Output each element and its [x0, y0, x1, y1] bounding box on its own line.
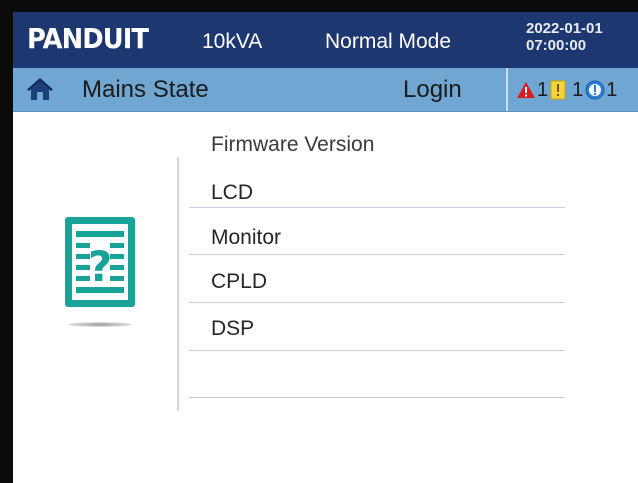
critical-alarm-count: 1: [537, 78, 549, 101]
status-bar: Mains State Login 1 1 1: [13, 68, 638, 112]
row-divider: [189, 350, 565, 351]
info-alarm-icon: [585, 80, 605, 100]
bezel-left: [0, 0, 13, 483]
row-divider: [189, 254, 565, 255]
row-divider: [189, 302, 565, 303]
mode-label: Normal Mode: [325, 30, 452, 53]
critical-alarm-icon: [517, 82, 535, 98]
svg-text:?: ?: [88, 242, 112, 291]
bezel-top: [0, 0, 638, 12]
brand-logo: PANDUIT: [27, 22, 149, 55]
row-divider: [189, 397, 565, 398]
screen: PANDUIT 10kVA Normal Mode 2022-01-01 07:…: [0, 0, 638, 483]
row-divider: [189, 207, 565, 208]
alarm-summary[interactable]: 1 1 1: [516, 78, 619, 102]
home-icon[interactable]: [27, 76, 53, 102]
warning-alarm-count: 1: [572, 78, 584, 101]
header-bar: PANDUIT 10kVA Normal Mode 2022-01-01 07:…: [13, 12, 638, 68]
mains-state-label: Mains State: [82, 76, 209, 103]
panel-divider: [177, 157, 179, 411]
icon-shadow: [68, 322, 132, 327]
time-label: 07:00:00: [526, 37, 587, 54]
datetime: 2022-01-01 07:00:00: [526, 20, 603, 54]
date-label: 2022-01-01: [526, 20, 603, 37]
firmware-item-dsp: DSP: [211, 317, 255, 340]
firmware-item-monitor: Monitor: [211, 226, 282, 249]
firmware-panel: ? Firmware Version LCD Monitor CPLD DSP: [13, 112, 638, 483]
warning-alarm-icon: [550, 80, 566, 100]
status-separator: [506, 68, 508, 111]
firmware-item-cpld: CPLD: [211, 270, 268, 293]
rating-label: 10kVA: [202, 30, 263, 53]
section-title: Firmware Version: [211, 133, 375, 156]
firmware-item-lcd: LCD: [211, 181, 254, 204]
login-button[interactable]: Login: [403, 76, 462, 104]
help-document-icon: ?: [65, 217, 135, 307]
info-alarm-count: 1: [606, 78, 618, 101]
